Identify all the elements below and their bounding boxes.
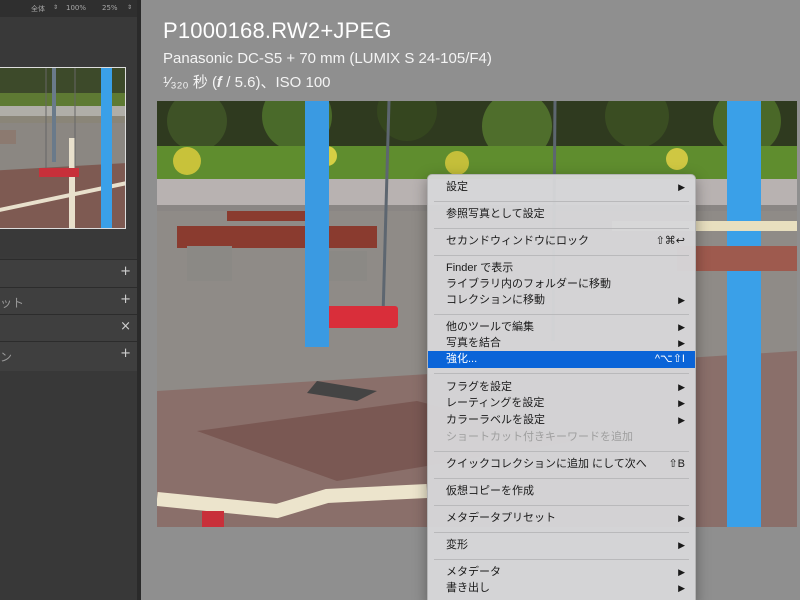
menu-item-settings[interactable]: 設定 ▶: [428, 179, 695, 196]
submenu-arrow-icon: ▶: [678, 382, 685, 392]
submenu-arrow-icon: ▶: [678, 182, 685, 192]
menu-separator: [434, 201, 689, 202]
submenu-arrow-icon: ▶: [678, 415, 685, 425]
menu-item-set-reference-photo[interactable]: 参照写真として設定: [428, 206, 695, 223]
zoom-stepper-icon[interactable]: ⇕: [127, 4, 132, 11]
menu-item-set-flag[interactable]: フラグを設定 ▶: [428, 379, 695, 396]
submenu-arrow-icon: ▶: [678, 583, 685, 593]
menu-shortcut: ⇧⌘↩: [655, 235, 685, 247]
photo-camera-info: Panasonic DC-S5 + 70 mm (LUMIX S 24-105/…: [163, 50, 492, 67]
panel-header-history[interactable]: ×: [0, 314, 137, 341]
menu-separator: [434, 451, 689, 452]
menu-shortcut: ^⌥⇧I: [654, 353, 685, 365]
submenu-arrow-icon: ▶: [678, 567, 685, 577]
zoom-stepper-icon[interactable]: ⇕: [53, 4, 58, 11]
menu-item-lock-second-window[interactable]: セカンドウィンドウにロック ⇧⌘↩: [428, 233, 695, 250]
close-icon[interactable]: ×: [120, 319, 131, 334]
panel-header-snapshots[interactable]: ット +: [0, 287, 137, 314]
menu-item-set-rating[interactable]: レーティングを設定 ▶: [428, 395, 695, 412]
add-icon[interactable]: +: [120, 264, 131, 279]
context-menu: 設定 ▶ 参照写真として設定 セカンドウィンドウにロック ⇧⌘↩ Finder …: [427, 174, 696, 600]
menu-separator: [434, 228, 689, 229]
menu-separator: [434, 255, 689, 256]
panel-header-label: ット: [0, 296, 25, 310]
menu-separator: [434, 373, 689, 374]
submenu-arrow-icon: ▶: [678, 295, 685, 305]
menu-item-metadata-presets[interactable]: メタデータプリセット ▶: [428, 510, 695, 527]
submenu-arrow-icon: ▶: [678, 338, 685, 348]
navigator-preview-image: [0, 68, 125, 228]
menu-item-go-to-folder[interactable]: ライブラリ内のフォルダーに移動: [428, 276, 695, 293]
menu-item-show-in-finder[interactable]: Finder で表示: [428, 260, 695, 277]
submenu-arrow-icon: ▶: [678, 540, 685, 550]
menu-item-transform[interactable]: 変形 ▶: [428, 537, 695, 554]
menu-separator: [434, 559, 689, 560]
panel-header-collections[interactable]: ン +: [0, 341, 137, 371]
add-icon[interactable]: +: [120, 292, 131, 307]
menu-item-go-to-collection[interactable]: コレクションに移動 ▶: [428, 292, 695, 309]
navigator-panel: [0, 17, 137, 257]
menu-item-create-virtual-copy[interactable]: 仮想コピーを作成: [428, 483, 695, 500]
menu-shortcut: ⇧B: [668, 458, 685, 470]
menu-item-enhance[interactable]: 強化... ^⌥⇧I: [428, 351, 695, 368]
photo-exposure-info: ¹⁄₃₂₀ 秒 (𝒇 / 5.6)、ISO 100: [163, 74, 331, 91]
submenu-arrow-icon: ▶: [678, 322, 685, 332]
zoom-25-option[interactable]: 25%: [102, 4, 118, 12]
submenu-arrow-icon: ▶: [678, 513, 685, 523]
menu-separator: [434, 505, 689, 506]
menu-item-export[interactable]: 書き出し ▶: [428, 580, 695, 597]
menu-separator: [434, 532, 689, 533]
zoom-fit-option[interactable]: 全体: [31, 4, 45, 14]
zoom-bar: 全体 ⇕ 100% 25% ⇕: [0, 0, 137, 17]
add-icon[interactable]: +: [120, 346, 131, 361]
menu-separator: [434, 314, 689, 315]
menu-item-add-to-quick-collection-next[interactable]: クイックコレクションに追加 にして次へ ⇧B: [428, 456, 695, 473]
menu-item-edit-in-other-tool[interactable]: 他のツールで編集 ▶: [428, 319, 695, 336]
zoom-100-option[interactable]: 100%: [66, 4, 86, 12]
panel-header-presets[interactable]: +: [0, 259, 137, 287]
menu-item-photo-merge[interactable]: 写真を結合 ▶: [428, 335, 695, 352]
menu-item-metadata[interactable]: メタデータ ▶: [428, 564, 695, 581]
menu-item-set-color-label[interactable]: カラーラベルを設定 ▶: [428, 412, 695, 429]
left-panel: 全体 ⇕ 100% 25% ⇕ + ット + × ン +: [0, 0, 141, 600]
menu-separator: [434, 478, 689, 479]
photo-filename: P1000168.RW2+JPEG: [163, 18, 392, 43]
left-panel-empty-area: [0, 371, 137, 600]
menu-item-add-shortcut-keyword: ショートカット付きキーワードを追加: [446, 431, 633, 443]
panel-header-label: ン: [0, 350, 13, 364]
submenu-arrow-icon: ▶: [678, 398, 685, 408]
navigator-preview[interactable]: [0, 67, 126, 229]
